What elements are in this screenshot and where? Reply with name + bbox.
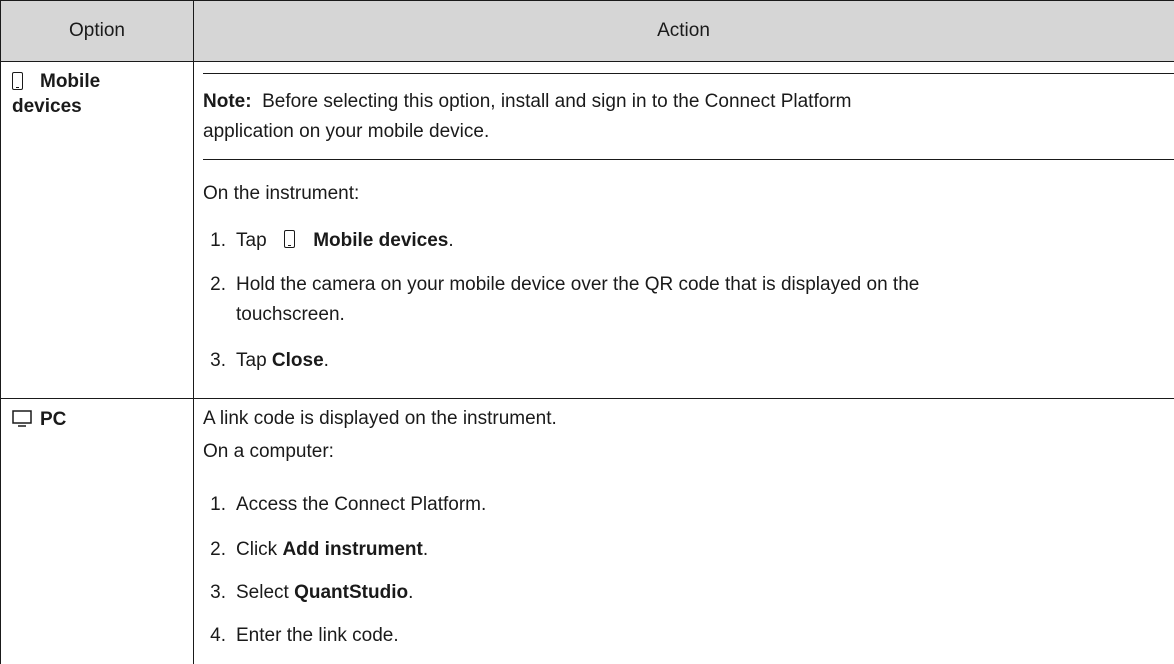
mobile-step-1-post: . <box>448 230 454 251</box>
mobile-phone-icon <box>12 72 23 90</box>
pc-step-1-text: Access the Connect Platform. <box>236 494 487 515</box>
pc-step-4: 4. Enter the link code. <box>204 621 1164 651</box>
mobile-step-2-cont: touchscreen. <box>204 300 1164 330</box>
pc-step-3-post: . <box>408 582 414 603</box>
note-label: Note: <box>203 91 252 112</box>
mobile-step-3-pre: Tap <box>236 350 272 371</box>
mobile-step-3: 3. Tap Close. <box>210 350 329 371</box>
note-bottom-rule <box>203 159 1174 160</box>
pc-intro: On a computer: <box>203 441 334 462</box>
note-text-line2: application on your mobile device. <box>203 121 490 142</box>
mobile-step-2-line1: Hold the camera on your mobile device ov… <box>236 274 920 295</box>
grid-line-left <box>0 0 1 664</box>
pc-step-2-post: . <box>422 539 429 560</box>
option-mobile-devices-line1: Mobile <box>40 71 101 92</box>
pc-step-4-text: Enter the link code. <box>236 625 399 646</box>
header-action: Action <box>193 0 1174 62</box>
mobile-step-1: 1. Tap Mobile devices. <box>210 230 454 251</box>
monitor-icon <box>12 410 32 427</box>
mobile-step-3-post: . <box>323 350 329 371</box>
mobile-intro: On the instrument: <box>203 183 360 204</box>
pc-step-2-bold: Add instrument <box>282 539 423 560</box>
pc-step-3: 3. Select QuantStudio. <box>210 582 414 603</box>
pc-step-1: 1. Access the Connect Platform. <box>204 490 1164 520</box>
pc-line1: A link code is displayed on the instrume… <box>203 408 557 429</box>
mobile-step-1-bold: Mobile devices <box>313 230 449 251</box>
pc-step-3-bold: QuantStudio <box>294 582 409 603</box>
note-text-line1: Before selecting this option, install an… <box>262 91 852 112</box>
note: Note: Before selecting this option, inst… <box>203 87 851 117</box>
options-table: Option Action Mobile devices Note: Befor… <box>0 0 1174 664</box>
option-pc: PC <box>40 409 67 430</box>
note-top-rule <box>203 73 1174 74</box>
mobile-step-3-bold: Close <box>271 350 324 371</box>
mobile-phone-icon <box>283 230 295 248</box>
option-mobile-devices-line2: devices <box>12 96 82 117</box>
mobile-step-2-line2: touchscreen. <box>236 304 345 325</box>
pc-step-2: 2. Click Add instrument. <box>210 539 429 560</box>
grid-line-middle <box>193 0 194 664</box>
mobile-step-2: 2. Hold the camera on your mobile device… <box>204 270 1174 300</box>
header-option: Option <box>0 0 194 62</box>
pc-step-3-pre: Select <box>236 582 295 603</box>
pc-step-2-pre: Click <box>236 539 283 560</box>
row-divider <box>0 398 1174 399</box>
mobile-step-1-pre: Tap <box>236 230 267 251</box>
